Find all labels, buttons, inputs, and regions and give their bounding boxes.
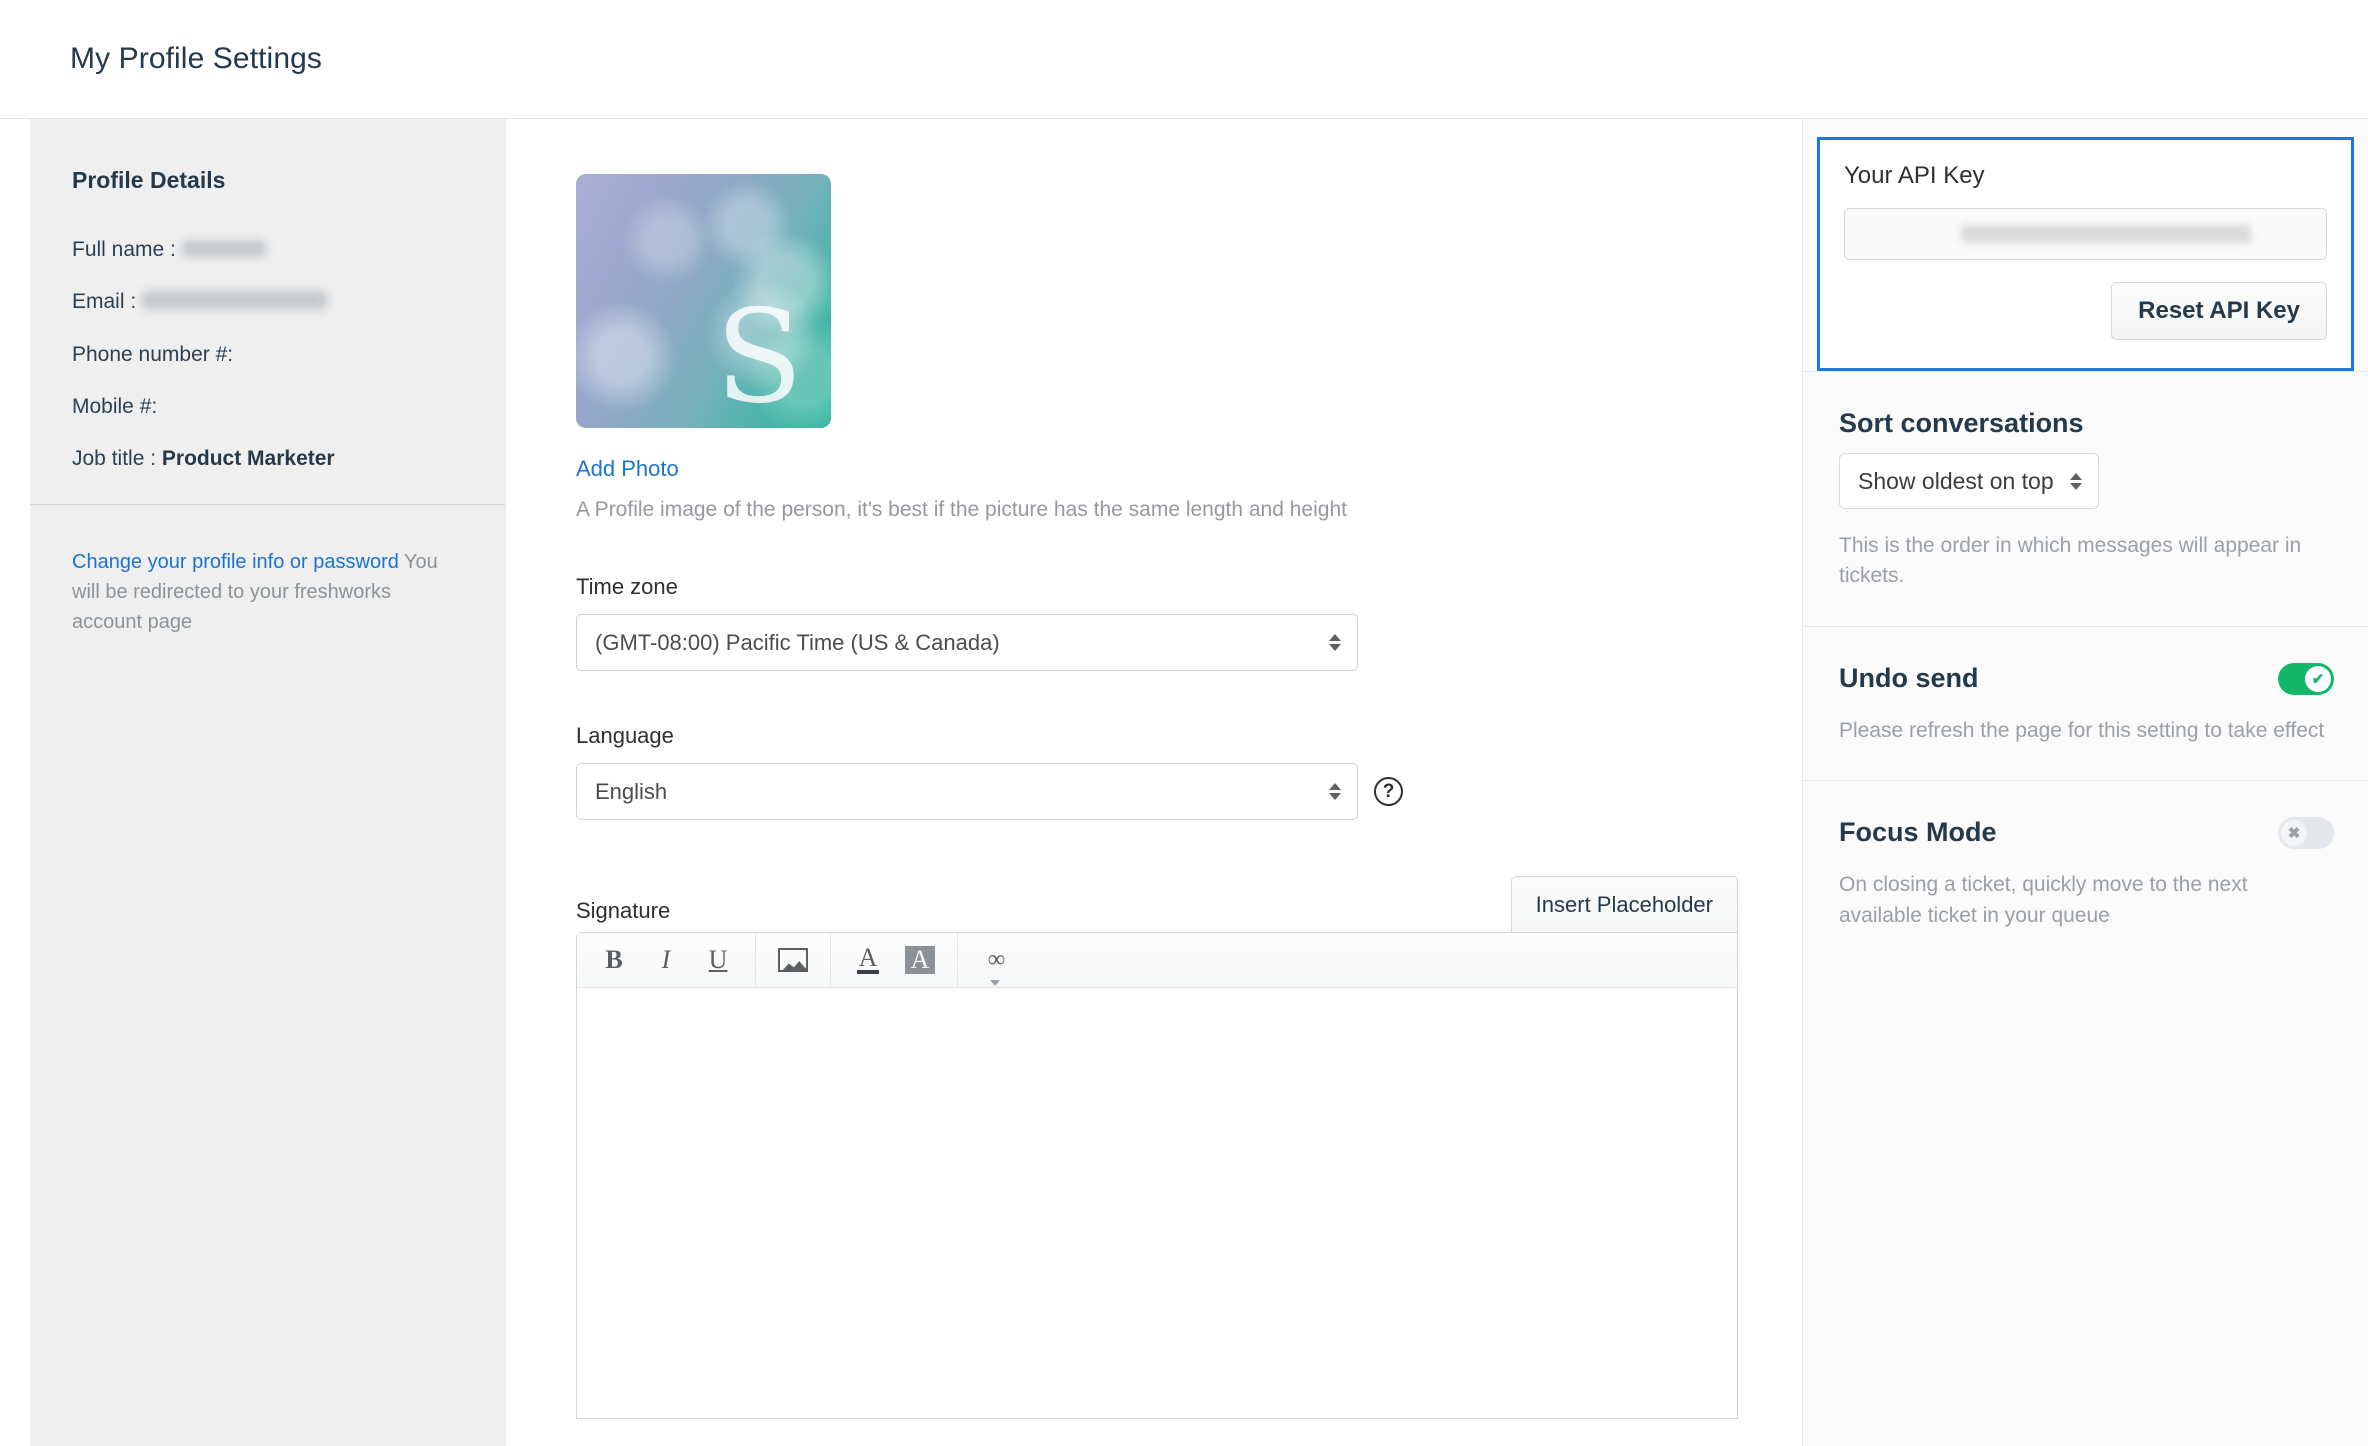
main-content: S Add Photo A Profile image of the perso… bbox=[505, 119, 1803, 1446]
api-key-box: Your API Key Reset API Key bbox=[1817, 137, 2354, 371]
job-title-value: Product Marketer bbox=[162, 447, 335, 470]
detail-row-phone-number: Phone number #: bbox=[72, 341, 463, 369]
signature-editor-body[interactable] bbox=[577, 988, 1737, 1418]
signature-header: Signature Insert Placeholder bbox=[576, 876, 1738, 932]
api-key-redacted-value bbox=[1961, 225, 2251, 243]
right-settings-panel: Your API Key Reset API Key Sort conversa… bbox=[1803, 119, 2368, 1446]
timezone-selected-value: (GMT-08:00) Pacific Time (US & Canada) bbox=[595, 630, 1000, 656]
page-title: My Profile Settings bbox=[70, 42, 322, 76]
profile-details-heading: Profile Details bbox=[72, 167, 463, 194]
sort-conversations-select[interactable]: Show oldest on top bbox=[1839, 453, 2099, 509]
highlight-color-icon[interactable]: A bbox=[897, 938, 943, 982]
signature-label: Signature bbox=[576, 898, 670, 932]
timezone-select-wrap: (GMT-08:00) Pacific Time (US & Canada) bbox=[576, 614, 1802, 671]
toolbar-group-text-style: B I U bbox=[577, 933, 756, 987]
detail-row-full-name: Full name : bbox=[72, 236, 463, 264]
focus-mode-description: On closing a ticket, quickly move to the… bbox=[1839, 870, 2332, 931]
full-name-redacted-value bbox=[182, 240, 266, 257]
change-profile-note: Change your profile info or password You… bbox=[72, 547, 452, 637]
avatar-initial: S bbox=[715, 294, 803, 422]
focus-mode-section: Focus Mode ✖ On closing a ticket, quickl… bbox=[1803, 780, 2368, 965]
underline-icon[interactable]: U bbox=[695, 938, 741, 982]
timezone-select[interactable]: (GMT-08:00) Pacific Time (US & Canada) bbox=[576, 614, 1358, 671]
close-icon: ✖ bbox=[2281, 820, 2307, 846]
profile-avatar[interactable]: S bbox=[576, 174, 831, 428]
check-icon: ✔ bbox=[2305, 666, 2331, 692]
undo-send-toggle[interactable]: ✔ bbox=[2278, 663, 2334, 695]
detail-row-email: Email : bbox=[72, 288, 463, 316]
api-key-input[interactable] bbox=[1844, 208, 2327, 260]
sidebar-divider bbox=[30, 504, 505, 505]
profile-settings-page: My Profile Settings Profile Details Full… bbox=[0, 0, 2368, 1446]
profile-details-sidebar: Profile Details Full name : Email : Phon… bbox=[30, 119, 505, 1446]
focus-mode-toggle[interactable]: ✖ bbox=[2278, 817, 2334, 849]
email-label: Email : bbox=[72, 290, 136, 313]
chevron-updown-icon bbox=[1329, 634, 1341, 651]
signature-editor: B I U A A bbox=[576, 932, 1738, 1419]
chevron-updown-icon bbox=[1329, 783, 1341, 800]
insert-placeholder-button[interactable]: Insert Placeholder bbox=[1511, 876, 1738, 932]
detail-row-mobile: Mobile #: bbox=[72, 393, 463, 421]
undo-send-description: Please refresh the page for this setting… bbox=[1839, 716, 2332, 746]
insert-image-icon[interactable] bbox=[770, 938, 816, 982]
undo-send-section: Undo send ✔ Please refresh the page for … bbox=[1803, 626, 2368, 780]
phone-number-label: Phone number #: bbox=[72, 343, 233, 366]
language-selected-value: English bbox=[595, 779, 667, 805]
sort-conversations-section: Sort conversations Show oldest on top Th… bbox=[1803, 371, 2368, 626]
timezone-field: Time zone (GMT-08:00) Pacific Time (US &… bbox=[576, 574, 1802, 671]
mobile-label: Mobile #: bbox=[72, 395, 157, 418]
job-title-label: Job title : bbox=[72, 447, 156, 470]
insert-link-icon[interactable]: ∞ bbox=[972, 938, 1018, 982]
signature-toolbar: B I U A A bbox=[577, 933, 1737, 988]
email-redacted-value bbox=[142, 291, 327, 310]
toolbar-group-color: A A bbox=[831, 933, 958, 987]
italic-icon[interactable]: I bbox=[643, 938, 689, 982]
photo-hint-text: A Profile image of the person, it's best… bbox=[576, 498, 1802, 522]
text-color-icon[interactable]: A bbox=[845, 938, 891, 982]
page-body: Profile Details Full name : Email : Phon… bbox=[0, 118, 2368, 1446]
undo-send-title: Undo send bbox=[1839, 663, 2332, 694]
sidebar-container: Profile Details Full name : Email : Phon… bbox=[0, 119, 505, 1446]
language-label: Language bbox=[576, 723, 1802, 749]
focus-mode-title: Focus Mode bbox=[1839, 817, 2332, 848]
page-header: My Profile Settings bbox=[0, 0, 2368, 118]
language-select[interactable]: English bbox=[576, 763, 1358, 820]
bold-icon[interactable]: B bbox=[591, 938, 637, 982]
change-profile-info-link[interactable]: Change your profile info or password bbox=[72, 551, 399, 573]
sort-conversations-title: Sort conversations bbox=[1839, 408, 2332, 439]
full-name-label: Full name : bbox=[72, 238, 176, 261]
timezone-label: Time zone bbox=[576, 574, 1802, 600]
toolbar-group-link: ∞ bbox=[958, 933, 1032, 987]
reset-api-key-button[interactable]: Reset API Key bbox=[2111, 282, 2327, 340]
sort-conversations-description: This is the order in which messages will… bbox=[1839, 531, 2332, 592]
sort-conversations-selected-value: Show oldest on top bbox=[1858, 468, 2054, 495]
add-photo-link[interactable]: Add Photo bbox=[576, 456, 679, 482]
language-select-wrap: English ? bbox=[576, 763, 1802, 820]
language-field: Language English ? bbox=[576, 723, 1802, 820]
api-key-title: Your API Key bbox=[1844, 162, 2327, 190]
detail-row-job-title: Job title : Product Marketer bbox=[72, 445, 463, 473]
toolbar-group-media bbox=[756, 933, 831, 987]
help-icon[interactable]: ? bbox=[1374, 777, 1403, 806]
api-key-actions: Reset API Key bbox=[1844, 282, 2327, 340]
chevron-updown-icon bbox=[2070, 473, 2082, 490]
